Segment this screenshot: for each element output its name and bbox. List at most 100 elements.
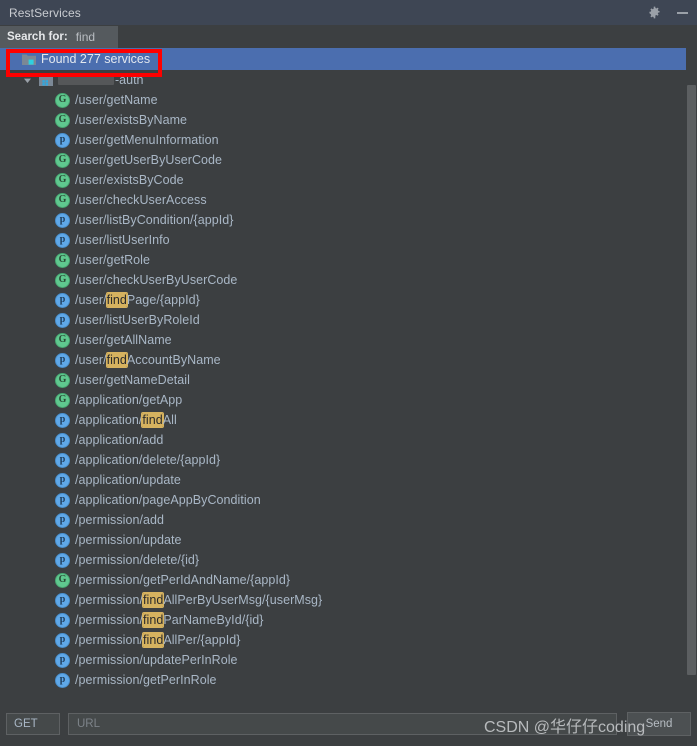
endpoint-row[interactable]: G/user/getNameDetail [0, 370, 697, 390]
url-placeholder: URL [77, 717, 101, 730]
endpoint-row[interactable]: G/user/getUserByUserCode [0, 150, 697, 170]
search-label: Search for: [7, 31, 68, 43]
vertical-scrollbar-track[interactable] [686, 25, 697, 701]
method-post-icon: p [55, 452, 70, 468]
endpoint-path: /permission/findParNameById/{id} [75, 613, 264, 627]
http-method-select[interactable]: GET [6, 712, 60, 735]
endpoint-path: /permission/delete/{id} [75, 553, 200, 567]
endpoint-path: /permission/getPerIdAndName/{appId} [75, 573, 291, 587]
endpoint-row[interactable]: p/permission/delete/{id} [0, 550, 697, 570]
gear-icon[interactable] [645, 4, 663, 22]
endpoint-row[interactable]: G/user/existsByName [0, 110, 697, 130]
endpoint-row[interactable]: p/permission/updatePerInRole [0, 650, 697, 670]
endpoint-row[interactable]: p/user/listUserByRoleId [0, 310, 697, 330]
method-get-icon: G [55, 572, 70, 588]
vertical-scrollbar-thumb[interactable] [687, 85, 696, 675]
minimize-icon[interactable] [673, 4, 691, 22]
endpoint-row[interactable]: p/user/findAccountByName [0, 350, 697, 370]
endpoint-path: /permission/findAllPer/{appId} [75, 633, 241, 647]
module-folder-icon [22, 53, 36, 66]
search-input-value[interactable]: find [76, 30, 95, 44]
endpoint-path: /user/checkUserAccess [75, 193, 207, 207]
endpoint-list[interactable]: G/user/getName G/user/existsByName p/user/… [0, 90, 697, 690]
endpoint-row[interactable]: p/user/getMenuInformation [0, 130, 697, 150]
endpoint-path: /user/listUserInfo [75, 233, 170, 247]
endpoint-row[interactable]: p/permission/update [0, 530, 697, 550]
endpoint-row[interactable]: G/application/getApp [0, 390, 697, 410]
method-post-icon: p [55, 432, 70, 448]
chevron-down-icon[interactable] [22, 75, 33, 86]
endpoint-row[interactable]: p/permission/findAllPer/{appId} [0, 630, 697, 650]
endpoint-path: /user/listUserByRoleId [75, 313, 200, 327]
endpoint-path: /user/listByCondition/{appId} [75, 213, 234, 227]
search-match-highlight: find [142, 593, 164, 607]
endpoint-path: /user/getUserByUserCode [75, 153, 223, 167]
endpoint-row[interactable]: p/application/update [0, 470, 697, 490]
method-post-icon: p [55, 512, 70, 528]
search-match-highlight: find [142, 613, 164, 627]
endpoint-row[interactable]: p/permission/add [0, 510, 697, 530]
window-title: RestServices [9, 5, 81, 20]
endpoint-row[interactable]: p/application/delete/{appId} [0, 450, 697, 470]
endpoint-path: /user/findPage/{appId} [75, 293, 200, 307]
http-method-value: GET [14, 717, 38, 730]
endpoint-row[interactable]: G/user/existsByCode [0, 170, 697, 190]
tree-row-root[interactable]: Found 277 services [0, 48, 697, 70]
endpoint-row[interactable]: G/user/checkUserByUserCode [0, 270, 697, 290]
url-input[interactable]: URL [68, 712, 617, 735]
endpoint-row[interactable]: p/permission/findParNameById/{id} [0, 610, 697, 630]
endpoint-row[interactable]: p/application/pageAppByCondition [0, 490, 697, 510]
method-post-icon: p [55, 352, 70, 368]
method-post-icon: p [55, 592, 70, 608]
endpoint-row[interactable]: p/user/listUserInfo [0, 230, 697, 250]
method-get-icon: G [55, 172, 70, 188]
method-get-icon: G [55, 392, 70, 408]
endpoint-row[interactable]: G/user/getRole [0, 250, 697, 270]
endpoint-row[interactable]: p/permission/findAllPerByUserMsg/{userMs… [0, 590, 697, 610]
tree-row-module[interactable]: -auth [0, 70, 697, 90]
endpoint-path: /user/getRole [75, 253, 150, 267]
endpoint-path: /user/existsByName [75, 113, 188, 127]
endpoint-path: /permission/findAllPerByUserMsg/{userMsg… [75, 593, 323, 607]
endpoint-path: /application/add [75, 433, 164, 447]
endpoint-row[interactable]: p/application/add [0, 430, 697, 450]
endpoint-path: /user/getMenuInformation [75, 133, 219, 147]
endpoint-path: /user/getNameDetail [75, 373, 190, 387]
method-post-icon: p [55, 132, 70, 148]
redacted-module-name [58, 74, 114, 85]
module-icon [39, 74, 53, 87]
endpoint-path: /application/pageAppByCondition [75, 493, 261, 507]
method-get-icon: G [55, 332, 70, 348]
endpoint-path: /application/update [75, 473, 181, 487]
method-post-icon: p [55, 612, 70, 628]
endpoint-row[interactable]: p/application/findAll [0, 410, 697, 430]
send-button[interactable]: Send [627, 711, 691, 736]
search-match-highlight: find [142, 633, 164, 647]
endpoint-path: /permission/add [75, 513, 164, 527]
send-button-label: Send [645, 717, 673, 730]
endpoint-path: /application/findAll [75, 413, 177, 427]
tree-row-module-label: -auth [58, 73, 144, 87]
search-popup[interactable]: Search for: find [0, 26, 118, 48]
method-post-icon: p [55, 212, 70, 228]
endpoint-row[interactable]: G/user/getAllName [0, 330, 697, 350]
endpoint-path: /user/getAllName [75, 333, 172, 347]
endpoint-path: /user/getName [75, 93, 158, 107]
endpoint-row[interactable]: G/user/checkUserAccess [0, 190, 697, 210]
method-get-icon: G [55, 372, 70, 388]
endpoint-row[interactable]: p/permission/getPerInRole [0, 670, 697, 690]
method-get-icon: G [55, 112, 70, 128]
titlebar-actions [645, 0, 691, 25]
method-get-icon: G [55, 152, 70, 168]
endpoint-row[interactable]: G/user/getName [0, 90, 697, 110]
services-tree[interactable]: Found 277 services -auth G/user/getName … [0, 25, 697, 701]
endpoint-row[interactable]: p/user/findPage/{appId} [0, 290, 697, 310]
window-titlebar: RestServices [0, 0, 697, 25]
request-bar: GET URL Send [0, 701, 697, 746]
method-get-icon: G [55, 92, 70, 108]
endpoint-row[interactable]: G/permission/getPerIdAndName/{appId} [0, 570, 697, 590]
search-match-highlight: find [106, 293, 127, 307]
endpoint-row[interactable]: p/user/listByCondition/{appId} [0, 210, 697, 230]
method-post-icon: p [55, 472, 70, 488]
method-post-icon: p [55, 232, 70, 248]
